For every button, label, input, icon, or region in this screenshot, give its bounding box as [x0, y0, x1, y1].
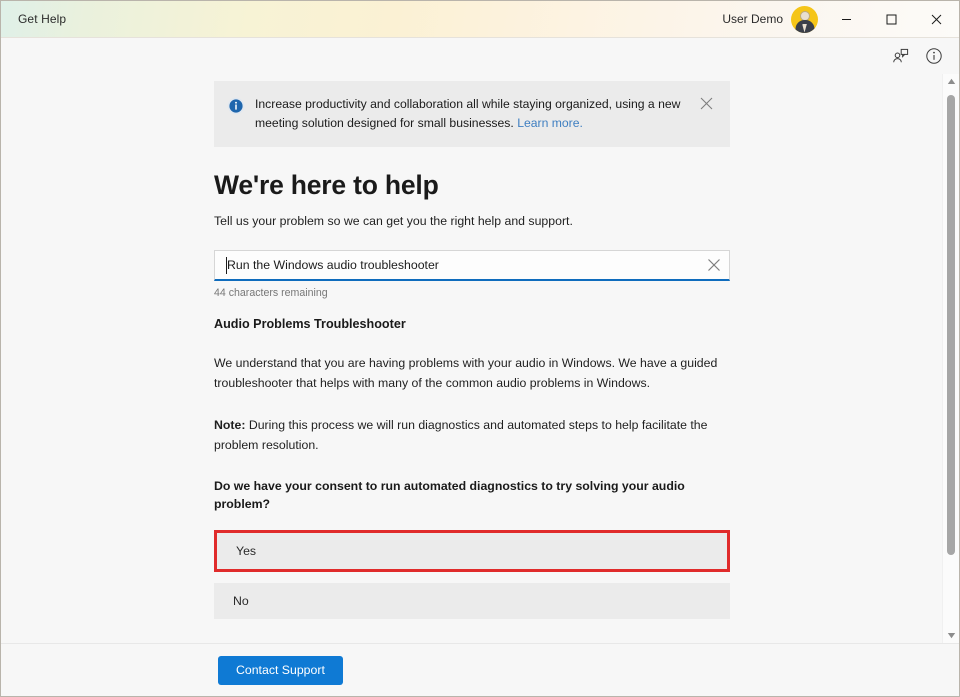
close-icon — [700, 97, 713, 110]
close-icon — [931, 14, 942, 25]
contact-support-button[interactable]: Contact Support — [218, 656, 343, 685]
minimize-button[interactable] — [824, 1, 869, 38]
info-circle-filled-icon — [227, 97, 245, 120]
article-paragraph: We understand that you are having proble… — [214, 354, 730, 393]
contact-person-icon — [892, 48, 909, 65]
consent-question: Do we have your consent to run automated… — [214, 478, 730, 513]
get-help-window: Get Help User Demo — [0, 0, 960, 697]
content: Increase productivity and collaboration … — [1, 74, 959, 643]
maximize-icon — [886, 14, 897, 25]
text-caret — [226, 257, 227, 274]
page-subtitle: Tell us your problem so we can get you t… — [214, 212, 730, 230]
command-bar — [1, 38, 959, 74]
page-title: We're here to help — [214, 169, 730, 201]
article-note-label: Note: — [214, 418, 245, 432]
clear-search-button[interactable] — [699, 251, 729, 280]
article-note: Note: During this process we will run di… — [214, 416, 730, 455]
minimize-icon — [841, 14, 852, 25]
characters-remaining-label: 44 characters remaining — [214, 287, 730, 299]
article-note-text: During this process we will run diagnost… — [214, 418, 708, 452]
answer-yes-highlight: Yes — [214, 530, 730, 572]
footer-bar: Contact Support — [1, 643, 959, 696]
dismiss-banner-button[interactable] — [700, 97, 716, 115]
user-avatar-icon — [791, 6, 818, 33]
contact-us-button[interactable] — [884, 41, 916, 71]
info-button[interactable] — [918, 41, 950, 71]
info-circle-icon — [925, 47, 943, 65]
clear-x-icon — [707, 258, 721, 272]
maximize-button[interactable] — [869, 1, 914, 38]
vertical-scrollbar[interactable] — [942, 74, 959, 643]
account-name: User Demo — [722, 12, 783, 26]
promo-banner-message: Increase productivity and collaboration … — [255, 97, 680, 130]
chevron-up-icon — [947, 78, 956, 85]
answer-option-no[interactable]: No — [214, 583, 730, 619]
account-button[interactable]: User Demo — [712, 1, 824, 37]
title-bar: Get Help User Demo — [1, 1, 959, 38]
chevron-down-icon — [947, 632, 956, 639]
scrollbar-thumb[interactable] — [947, 95, 955, 555]
content-column: Increase productivity and collaboration … — [214, 74, 730, 643]
search-input[interactable]: Run the Windows audio troubleshooter — [227, 258, 699, 272]
promo-banner: Increase productivity and collaboration … — [214, 81, 730, 147]
content-scroll-area: Increase productivity and collaboration … — [1, 74, 959, 643]
title-bar-right: User Demo — [712, 1, 959, 37]
scroll-up-button[interactable] — [943, 74, 960, 89]
scrollbar-track[interactable] — [943, 89, 960, 628]
answer-option-yes[interactable]: Yes — [217, 533, 727, 569]
answer-option-label: No — [233, 594, 249, 608]
problem-search-field[interactable]: Run the Windows audio troubleshooter — [214, 250, 730, 281]
scroll-down-button[interactable] — [943, 628, 960, 643]
article-title: Audio Problems Troubleshooter — [214, 317, 730, 331]
answer-option-label: Yes — [236, 544, 256, 558]
learn-more-link[interactable]: Learn more. — [517, 116, 583, 130]
promo-banner-text: Increase productivity and collaboration … — [255, 95, 700, 133]
close-window-button[interactable] — [914, 1, 959, 38]
app-title: Get Help — [18, 12, 66, 26]
